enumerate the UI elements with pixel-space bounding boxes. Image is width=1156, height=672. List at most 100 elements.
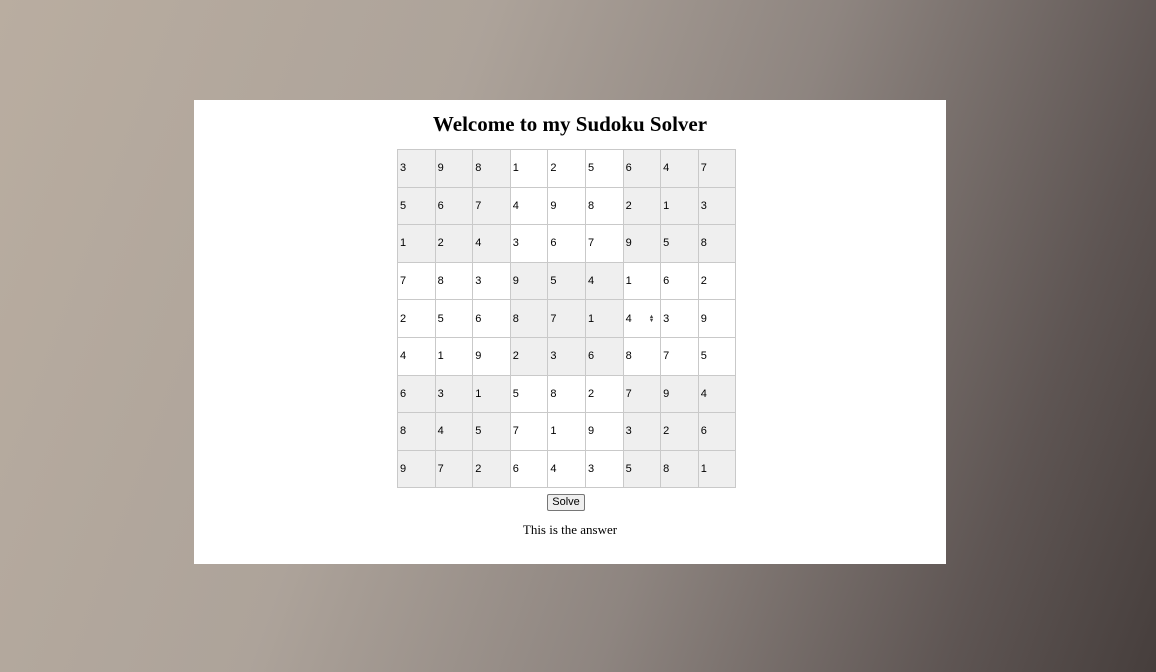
sudoku-cell-r2-c3[interactable]: 7 <box>472 186 511 226</box>
sudoku-cell-r6-c9[interactable]: 5 <box>697 336 737 376</box>
sudoku-cell-r5-c1[interactable]: 2 <box>397 299 436 338</box>
cell-value: 4 <box>475 237 482 250</box>
sudoku-cell-r2-c1[interactable]: 5 <box>397 186 436 226</box>
sudoku-cell-r1-c2[interactable]: 9 <box>434 149 474 188</box>
cell-value: 8 <box>625 350 632 363</box>
sudoku-cell-r8-c4[interactable]: 7 <box>509 412 549 451</box>
sudoku-cell-r8-c2[interactable]: 4 <box>434 412 474 451</box>
cell-value: 7 <box>400 275 407 288</box>
sudoku-cell-r2-c2[interactable]: 6 <box>434 186 474 226</box>
sudoku-cell-r4-c6[interactable]: 4 <box>584 261 624 301</box>
cell-value: 4 <box>400 350 407 363</box>
sudoku-cell-r4-c8[interactable]: 6 <box>660 261 699 301</box>
sudoku-cell-r8-c8[interactable]: 2 <box>660 412 699 451</box>
sudoku-cell-r2-c6[interactable]: 8 <box>584 186 624 226</box>
sudoku-cell-r4-c3[interactable]: 3 <box>472 261 511 301</box>
sudoku-cell-r9-c2[interactable]: 7 <box>434 449 474 489</box>
cell-value: 5 <box>400 199 407 212</box>
sudoku-cell-r3-c4[interactable]: 3 <box>509 224 549 263</box>
sudoku-cell-r9-c9[interactable]: 1 <box>697 449 737 489</box>
sudoku-cell-r7-c3[interactable]: 1 <box>472 374 511 414</box>
sudoku-cell-r3-c5[interactable]: 6 <box>547 224 586 263</box>
cell-value: 4 <box>587 275 595 288</box>
sudoku-cell-r6-c7[interactable]: 8 <box>622 336 662 376</box>
cell-value: 8 <box>475 162 482 175</box>
cell-value: 8 <box>663 463 670 476</box>
sudoku-cell-r7-c4[interactable]: 5 <box>509 374 549 414</box>
sudoku-cell-r7-c2[interactable]: 3 <box>434 374 474 414</box>
sudoku-cell-r4-c2[interactable]: 8 <box>434 261 474 301</box>
sudoku-cell-r2-c4[interactable]: 4 <box>509 186 549 226</box>
sudoku-cell-r8-c7[interactable]: 3 <box>622 412 662 451</box>
solve-button[interactable]: Solve <box>547 494 585 511</box>
sudoku-cell-r4-c9[interactable]: 2 <box>697 261 737 301</box>
sudoku-cell-r7-c5[interactable]: 8 <box>547 374 586 414</box>
sudoku-cell-r6-c5[interactable]: 3 <box>547 336 586 376</box>
sudoku-cell-r1-c5[interactable]: 2 <box>547 149 586 188</box>
sudoku-cell-r8-c9[interactable]: 6 <box>697 412 737 451</box>
sudoku-cell-r5-c4[interactable]: 8 <box>509 299 549 338</box>
sudoku-cell-r5-c9[interactable]: 9 <box>697 299 737 338</box>
sudoku-cell-r1-c3[interactable]: 8 <box>472 149 511 188</box>
sudoku-cell-r4-c7[interactable]: 1 <box>622 261 662 301</box>
sudoku-cell-r5-c3[interactable]: 6 <box>472 299 511 338</box>
sudoku-cell-r9-c1[interactable]: 9 <box>397 449 436 489</box>
sudoku-cell-r3-c6[interactable]: 7 <box>584 224 624 263</box>
sudoku-cell-r5-c6[interactable]: 1 <box>584 299 624 338</box>
sudoku-cell-r6-c2[interactable]: 1 <box>434 336 474 376</box>
sudoku-cell-r6-c1[interactable]: 4 <box>397 336 436 376</box>
sudoku-cell-r1-c8[interactable]: 4 <box>660 149 699 188</box>
sudoku-cell-r3-c9[interactable]: 8 <box>697 224 737 263</box>
sudoku-cell-r3-c7[interactable]: 9 <box>622 224 662 263</box>
sudoku-cell-r3-c3[interactable]: 4 <box>472 224 511 263</box>
sudoku-cell-r3-c2[interactable]: 2 <box>434 224 474 263</box>
cell-value: 9 <box>400 463 407 476</box>
sudoku-cell-r3-c1[interactable]: 1 <box>397 224 436 263</box>
sudoku-cell-r6-c8[interactable]: 7 <box>660 336 699 376</box>
sudoku-cell-r9-c5[interactable]: 4 <box>547 449 586 489</box>
sudoku-cell-r1-c1[interactable]: 3 <box>397 149 436 188</box>
sudoku-cell-r2-c8[interactable]: 1 <box>660 186 699 226</box>
sudoku-cell-r8-c6[interactable]: 9 <box>584 412 624 451</box>
sudoku-cell-r9-c8[interactable]: 8 <box>660 449 699 489</box>
sudoku-cell-r9-c6[interactable]: 3 <box>584 449 624 489</box>
sudoku-cell-r1-c9[interactable]: 7 <box>697 149 737 188</box>
sudoku-cell-r2-c7[interactable]: 2 <box>622 186 662 226</box>
sudoku-cell-r8-c1[interactable]: 8 <box>397 412 436 451</box>
sudoku-cell-r4-c1[interactable]: 7 <box>397 261 436 301</box>
sudoku-cell-r4-c5[interactable]: 5 <box>547 261 586 301</box>
sudoku-cell-r7-c8[interactable]: 9 <box>660 374 699 414</box>
sudoku-cell-r8-c3[interactable]: 5 <box>472 412 511 451</box>
sudoku-cell-r1-c6[interactable]: 5 <box>584 149 624 188</box>
sudoku-cell-r1-c7[interactable]: 6 <box>622 149 662 188</box>
sudoku-cell-r5-c8[interactable]: 3 <box>660 299 699 338</box>
sudoku-cell-r5-c5[interactable]: 7 <box>547 299 586 338</box>
sudoku-cell-r9-c3[interactable]: 2 <box>472 449 511 489</box>
sudoku-cell-r2-c5[interactable]: 9 <box>547 186 586 226</box>
sudoku-cell-r7-c6[interactable]: 2 <box>584 374 624 414</box>
page-title: Welcome to my Sudoku Solver <box>432 112 708 136</box>
sudoku-cell-r2-c9[interactable]: 3 <box>697 186 737 226</box>
sudoku-cell-r4-c4[interactable]: 9 <box>509 261 549 301</box>
sudoku-cell-r7-c7[interactable]: 7 <box>622 374 662 414</box>
sudoku-cell-r6-c6[interactable]: 6 <box>584 336 624 376</box>
cell-value: 8 <box>700 237 707 250</box>
cell-value: 9 <box>475 350 482 363</box>
sudoku-cell-r7-c9[interactable]: 4 <box>697 374 737 414</box>
sudoku-cell-r6-c4[interactable]: 2 <box>509 336 549 376</box>
spinner-icon[interactable]: ▲ ▼ <box>649 314 655 324</box>
cell-value: 4 <box>663 162 670 175</box>
sudoku-cell-r7-c1[interactable]: 6 <box>397 374 436 414</box>
cell-value: 2 <box>625 199 632 212</box>
sudoku-cell-r5-c7[interactable]: 4 ▲ ▼ <box>622 299 662 338</box>
sudoku-cell-r1-c4[interactable]: 1 <box>509 149 549 188</box>
sudoku-cell-r3-c8[interactable]: 5 <box>660 224 699 263</box>
cell-value: 7 <box>512 425 519 438</box>
sudoku-cell-r9-c7[interactable]: 5 <box>622 449 662 489</box>
sudoku-cell-r9-c4[interactable]: 6 <box>509 449 549 489</box>
cell-value: 6 <box>625 162 632 175</box>
sudoku-cell-r6-c3[interactable]: 9 <box>472 336 511 376</box>
sudoku-cell-r5-c2[interactable]: 5 <box>434 299 474 338</box>
cell-value: 2 <box>400 312 407 325</box>
sudoku-cell-r8-c5[interactable]: 1 <box>547 412 586 451</box>
